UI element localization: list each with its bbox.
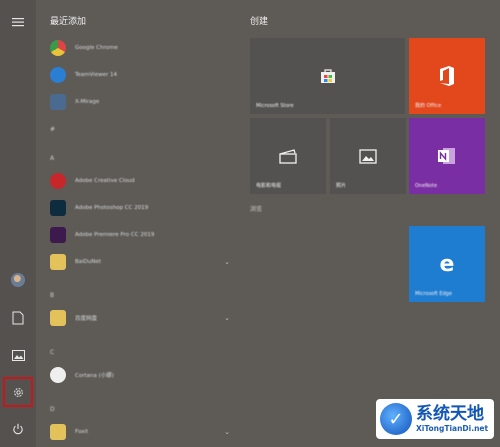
settings-button[interactable] <box>3 377 33 407</box>
folder-icon <box>50 424 66 440</box>
user-account-button[interactable] <box>4 266 32 294</box>
app-list-item[interactable]: Adobe Creative Cloud <box>50 170 230 192</box>
document-icon <box>12 311 24 325</box>
app-list-item[interactable]: Google Chrome <box>50 37 230 59</box>
pictures-button[interactable] <box>4 341 32 369</box>
hamburger-icon <box>12 18 24 27</box>
photoshop-icon <box>50 200 66 216</box>
edge-icon: e <box>439 251 455 277</box>
tile-group-header: 创建 <box>250 17 269 27</box>
chevron-down-icon: ⌄ <box>224 314 230 322</box>
onenote-icon <box>438 148 455 164</box>
my-office-tile[interactable]: 我的 Office <box>409 38 485 114</box>
chrome-icon <box>50 40 66 56</box>
app-list-item[interactable]: Adobe Photoshop CC 2019 <box>50 197 230 219</box>
recently-added-header: 最近添加 <box>50 17 87 27</box>
start-rail <box>0 0 36 447</box>
section-letter-b[interactable]: B <box>50 292 54 299</box>
section-letter-d[interactable]: D <box>50 406 55 413</box>
app-list-item[interactable]: TeamViewer 14 <box>50 64 230 86</box>
onenote-tile[interactable]: OneNote <box>409 118 485 194</box>
microsoft-store-tile[interactable]: Microsoft Store <box>250 38 405 114</box>
folder-icon <box>50 254 66 270</box>
cortana-icon <box>50 367 66 383</box>
watermark-title: 系统天地 <box>416 404 484 424</box>
chevron-down-icon: ⌄ <box>224 258 230 266</box>
section-letter-a[interactable]: A <box>50 155 54 162</box>
photos-tile[interactable]: 照片 <box>330 118 406 194</box>
premiere-icon <box>50 227 66 243</box>
hamburger-menu-button[interactable] <box>4 8 32 36</box>
site-watermark: ✓ 系统天地 XiTongTianDi.net <box>376 399 494 439</box>
app-list-item[interactable]: X-Mirage <box>50 91 230 113</box>
gear-icon <box>13 387 23 397</box>
app-folder-item[interactable]: BaiDuNet ⌄ <box>50 251 230 273</box>
xmirage-icon <box>50 94 66 110</box>
picture-icon <box>11 349 25 361</box>
app-list-item[interactable]: Cortana (小娜) <box>50 364 230 386</box>
app-folder-item[interactable]: Foxit ⌄ <box>50 421 230 443</box>
photos-icon <box>359 148 377 164</box>
store-icon <box>320 69 335 83</box>
power-button[interactable] <box>4 415 32 443</box>
film-icon <box>279 148 297 164</box>
tile-section-label: 浏览 <box>250 206 263 213</box>
section-letter-c[interactable]: C <box>50 349 54 356</box>
avatar <box>11 273 25 287</box>
folder-icon <box>50 310 66 326</box>
watermark-logo-icon: ✓ <box>380 403 412 435</box>
office-icon <box>440 66 454 86</box>
app-list-item[interactable]: Adobe Premiere Pro CC 2019 <box>50 224 230 246</box>
movies-tv-tile[interactable]: 电影和电视 <box>250 118 326 194</box>
teamviewer-icon <box>50 67 66 83</box>
documents-button[interactable] <box>4 304 32 332</box>
microsoft-edge-tile[interactable]: e Microsoft Edge <box>409 226 485 302</box>
section-letter-hash[interactable]: # <box>50 126 55 133</box>
power-icon <box>13 423 23 435</box>
app-folder-item[interactable]: 百度网盘 ⌄ <box>50 307 230 329</box>
chevron-down-icon: ⌄ <box>224 428 230 436</box>
watermark-url: XiTongTianDi.net <box>416 424 489 433</box>
creative-cloud-icon <box>50 173 66 189</box>
